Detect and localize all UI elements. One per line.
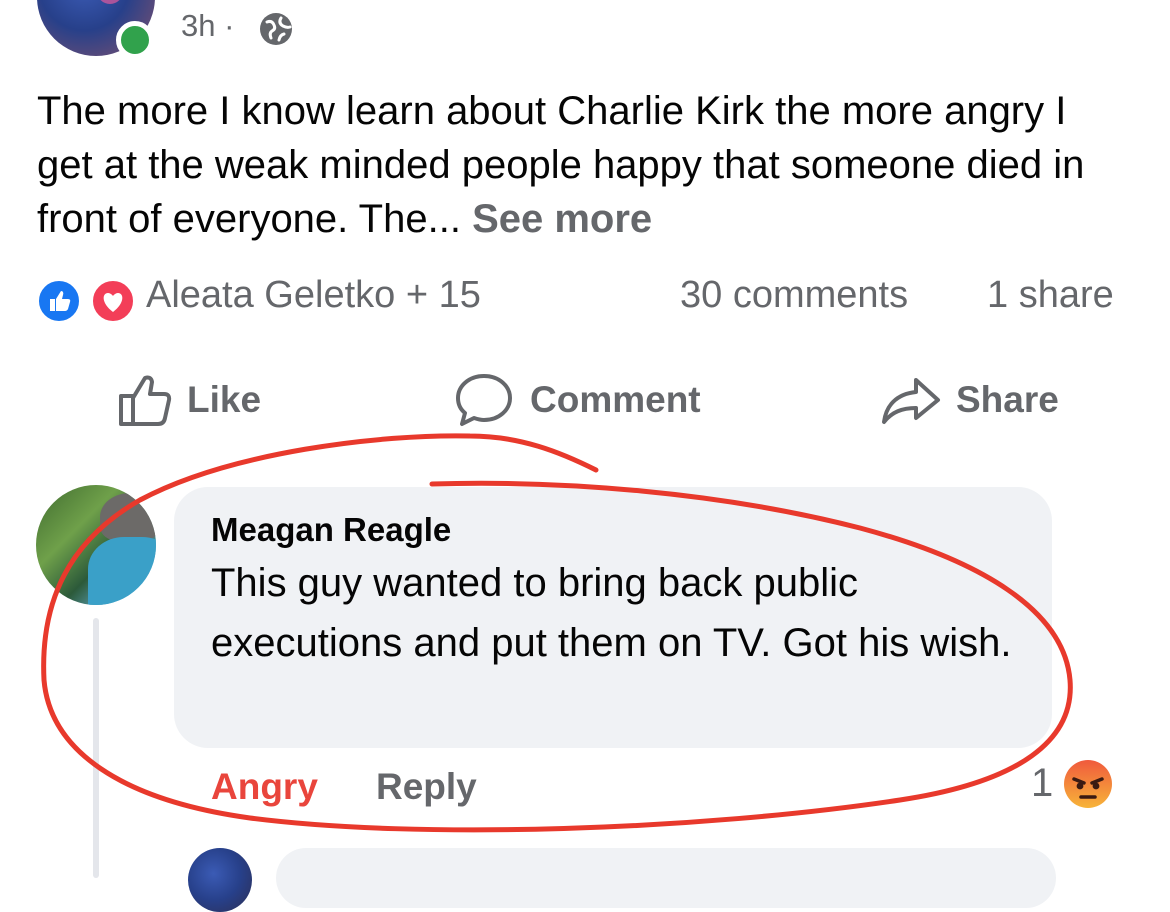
post-time-text: 3h [181, 8, 216, 43]
like-button[interactable]: Like [117, 370, 261, 430]
see-more-link[interactable]: See more [472, 197, 652, 241]
reply-button[interactable]: Reply [376, 766, 477, 808]
reply-bubble[interactable] [276, 848, 1056, 908]
angry-emoji-icon[interactable] [1062, 758, 1114, 810]
comment-text: This guy wanted to bring back public exe… [211, 561, 1012, 665]
commenter-avatar[interactable] [36, 485, 156, 605]
love-reaction-icon[interactable] [90, 278, 136, 324]
globe-icon [260, 13, 292, 45]
thumbs-up-icon [119, 375, 172, 426]
comment-reaction-count[interactable]: 1 [1031, 761, 1053, 806]
angry-reaction-button[interactable]: Angry [211, 766, 318, 808]
share-arrow-icon [882, 378, 940, 424]
online-status-indicator [116, 21, 154, 59]
time-separator: · [224, 8, 235, 43]
like-label: Like [187, 379, 262, 420]
share-label: Share [956, 379, 1059, 420]
like-reaction-icon[interactable] [36, 278, 82, 324]
speech-bubble-icon [456, 374, 512, 426]
thread-line [93, 618, 99, 878]
comment-button[interactable]: Comment [452, 370, 701, 430]
share-count[interactable]: 1 share [987, 274, 1114, 317]
post-body: The more I know learn about Charlie Kirk… [37, 84, 1127, 246]
reactions-summary[interactable]: Aleata Geletko + 15 [146, 274, 481, 317]
reply-avatar[interactable] [188, 848, 252, 912]
comments-count[interactable]: 30 comments [680, 274, 908, 317]
commenter-name[interactable]: Meagan Reagle [211, 511, 451, 549]
comment-label: Comment [530, 379, 701, 420]
post-timestamp[interactable]: 3h · [181, 8, 234, 44]
share-button[interactable]: Share [880, 370, 1059, 430]
